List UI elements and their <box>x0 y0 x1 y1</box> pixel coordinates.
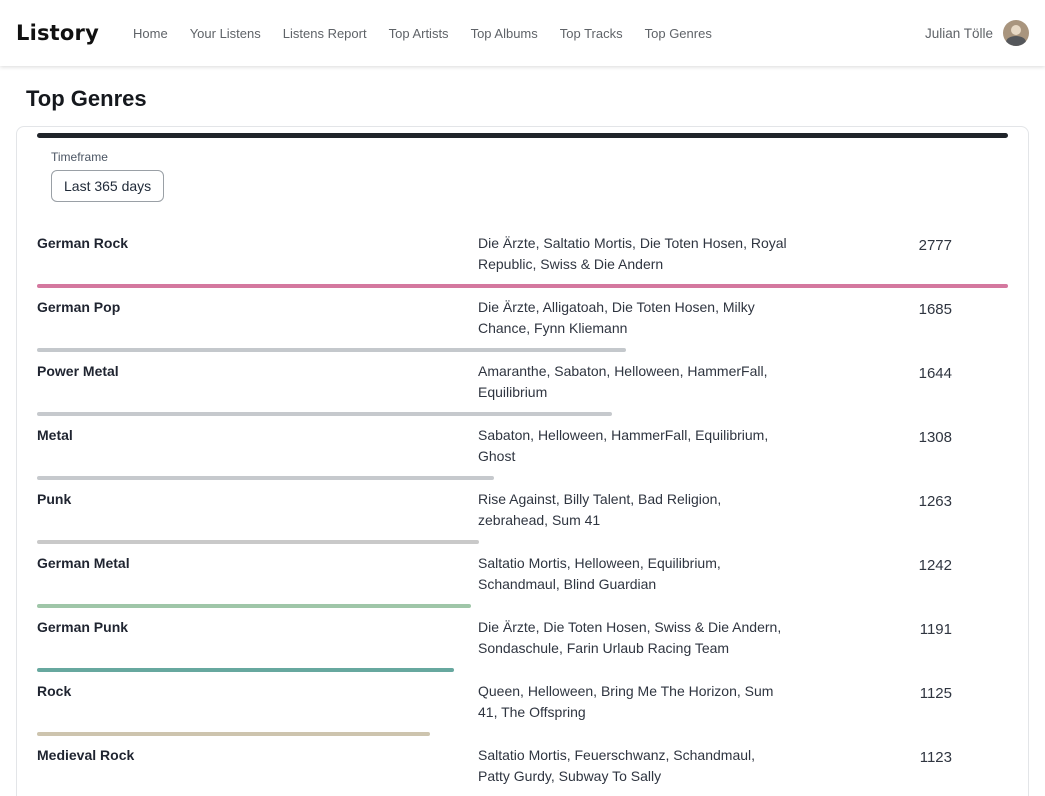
genre-name: German Pop <box>37 297 478 315</box>
genre-artists: Die Ärzte, Saltatio Mortis, Die Toten Ho… <box>478 233 790 275</box>
genre-row: Power Metal Amaranthe, Sabaton, Hellowee… <box>37 352 1008 416</box>
user-avatar[interactable] <box>1003 20 1029 46</box>
genre-name: Rock <box>37 681 478 699</box>
timeframe-label: Timeframe <box>51 150 1008 164</box>
genre-count: 1191 <box>790 617 1008 638</box>
genre-row: German Punk Die Ärzte, Die Toten Hosen, … <box>37 608 1008 672</box>
genre-artists: Saltatio Mortis, Helloween, Equilibrium,… <box>478 553 790 595</box>
nav-item-top-artists[interactable]: Top Artists <box>389 26 449 41</box>
horizontal-scrollbar[interactable] <box>37 133 1008 138</box>
genre-count: 1644 <box>790 361 1008 382</box>
genre-artists: Saltatio Mortis, Feuerschwanz, Schandmau… <box>478 745 790 787</box>
main-nav: Home Your Listens Listens Report Top Art… <box>133 26 925 41</box>
nav-item-top-genres[interactable]: Top Genres <box>645 26 712 41</box>
nav-item-home[interactable]: Home <box>133 26 168 41</box>
genre-count: 1263 <box>790 489 1008 510</box>
user-name: Julian Tölle <box>925 26 993 41</box>
genre-row: Rock Queen, Helloween, Bring Me The Hori… <box>37 672 1008 736</box>
genre-artists: Rise Against, Billy Talent, Bad Religion… <box>478 489 790 531</box>
timeframe-select[interactable]: Last 365 days <box>51 170 164 202</box>
nav-item-your-listens[interactable]: Your Listens <box>190 26 261 41</box>
user-menu[interactable]: Julian Tölle <box>925 20 1029 46</box>
genre-row: Medieval Rock Saltatio Mortis, Feuerschw… <box>37 736 1008 796</box>
genre-table: German Rock Die Ärzte, Saltatio Mortis, … <box>37 224 1008 796</box>
genre-artists: Queen, Helloween, Bring Me The Horizon, … <box>478 681 790 723</box>
genre-count: 1685 <box>790 297 1008 318</box>
genre-count: 1308 <box>790 425 1008 446</box>
genre-row: German Rock Die Ärzte, Saltatio Mortis, … <box>37 224 1008 288</box>
genre-name: Medieval Rock <box>37 745 478 763</box>
genre-count: 1125 <box>790 681 1008 702</box>
top-genres-card: Timeframe Last 365 days German Rock Die … <box>16 126 1029 796</box>
genre-row: Punk Rise Against, Billy Talent, Bad Rel… <box>37 480 1008 544</box>
top-nav-bar: Listory Home Your Listens Listens Report… <box>0 0 1045 66</box>
genre-name: Punk <box>37 489 478 507</box>
genre-artists: Die Ärzte, Die Toten Hosen, Swiss & Die … <box>478 617 790 659</box>
genre-row: Metal Sabaton, Helloween, HammerFall, Eq… <box>37 416 1008 480</box>
genre-artists: Sabaton, Helloween, HammerFall, Equilibr… <box>478 425 790 467</box>
genre-count: 2777 <box>790 233 1008 254</box>
genre-count: 1242 <box>790 553 1008 574</box>
genre-name: Power Metal <box>37 361 478 379</box>
genre-artists: Die Ärzte, Alligatoah, Die Toten Hosen, … <box>478 297 790 339</box>
nav-item-top-albums[interactable]: Top Albums <box>471 26 538 41</box>
nav-item-listens-report[interactable]: Listens Report <box>283 26 367 41</box>
genre-row: German Pop Die Ärzte, Alligatoah, Die To… <box>37 288 1008 352</box>
genre-name: German Metal <box>37 553 478 571</box>
genre-artists: Amaranthe, Sabaton, Helloween, HammerFal… <box>478 361 790 403</box>
brand-logo[interactable]: Listory <box>16 21 99 45</box>
nav-item-top-tracks[interactable]: Top Tracks <box>560 26 623 41</box>
genre-count: 1123 <box>790 745 1008 766</box>
genre-name: Metal <box>37 425 478 443</box>
page-title: Top Genres <box>26 86 1045 112</box>
genre-row: German Metal Saltatio Mortis, Helloween,… <box>37 544 1008 608</box>
genre-name: German Rock <box>37 233 478 251</box>
genre-name: German Punk <box>37 617 478 635</box>
